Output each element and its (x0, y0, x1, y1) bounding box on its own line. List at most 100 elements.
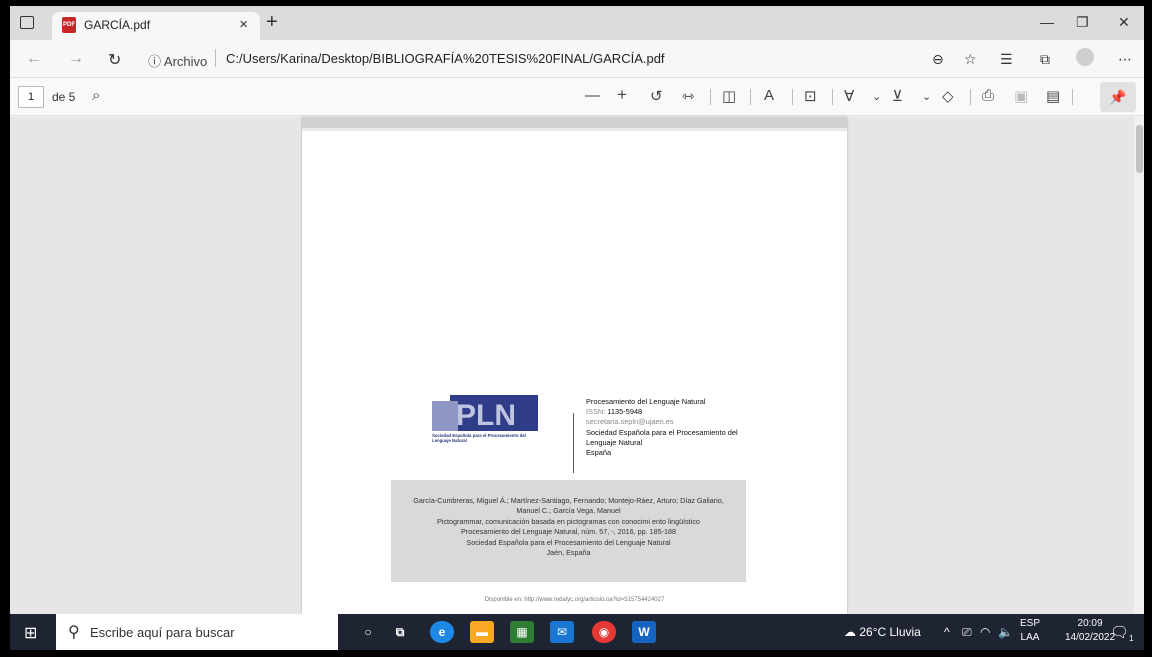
meet-now-icon[interactable]: ⎚ (962, 625, 972, 640)
print-icon[interactable]: ⎙ (982, 87, 994, 104)
tab-title: GARCÍA.pdf (84, 18, 151, 32)
clock-date: 14/02/2022 (1065, 632, 1116, 643)
network-icon[interactable]: ◠ (980, 625, 990, 639)
taskbar-search[interactable]: ⚲ Escribe aquí para buscar (56, 614, 338, 650)
toolbar-separator (710, 89, 711, 105)
pdf-toolbar: 1 de 5 ⌕ — + ↺ ⇿ ◫ A ⊡ ∀ ⌄ ⊻ ⌄ ◇ ⎙ ▣ ▤ 📌 (10, 78, 1144, 116)
refresh-button[interactable]: ↻ (108, 50, 121, 70)
forward-button[interactable]: → (68, 50, 84, 68)
save-as-icon[interactable]: ▤ (1046, 87, 1060, 105)
sepln-logo: PLN Sociedad Española para el Procesamie… (426, 393, 542, 455)
lang-top: ESP (1020, 618, 1041, 629)
close-window-button[interactable]: ✕ (1118, 14, 1130, 31)
issn-value: 1135-5948 (607, 407, 643, 417)
tab-actions-icon[interactable] (20, 16, 34, 29)
store-icon[interactable]: ▦ (510, 621, 534, 643)
page-number-input[interactable]: 1 (18, 86, 44, 108)
lang-bottom: LAA (1020, 632, 1040, 643)
journal-name: Procesamiento del Lenguaje Natural (586, 397, 706, 406)
back-button[interactable]: ← (26, 50, 42, 68)
weather-text: 26°C Lluvia (859, 625, 921, 639)
search-icon[interactable]: ⌕ (92, 87, 100, 104)
search-placeholder: Escribe aquí para buscar (90, 625, 235, 640)
page-count: de 5 (52, 90, 76, 104)
read-aloud-icon[interactable]: A (764, 87, 774, 104)
browser-window: PDF GARCÍA.pdf × + — ❐ ✕ ← → ↻ ⓘ Archivo… (10, 6, 1144, 650)
address-separator (215, 49, 216, 67)
chevron-down-icon[interactable]: ⌄ (922, 90, 931, 103)
citation-publisher: Sociedad Española para el Procesamiento … (466, 537, 671, 547)
weather-widget[interactable]: ☁ 26°C Lluvia (844, 625, 921, 639)
edge-icon[interactable]: e (430, 621, 454, 643)
zoom-out-icon[interactable]: ⊖ (932, 51, 944, 68)
eraser-icon[interactable]: ◇ (942, 87, 954, 105)
issn-line: ISSN: 1135-5948 (586, 407, 746, 417)
issn-label: ISSN: (586, 407, 606, 417)
notification-count: 1 (1129, 634, 1134, 643)
toolbar-separator (750, 89, 751, 105)
favorite-icon[interactable]: ☆ (964, 51, 977, 68)
journal-country: España (586, 448, 612, 458)
citation-box: García-Cumbreras, Miguel Á.; Martínez-Sa… (391, 480, 746, 582)
windows-start-icon[interactable]: ⊞ (24, 623, 37, 643)
toolbar-separator (792, 89, 793, 105)
scrollbar-thumb[interactable] (1136, 125, 1143, 173)
save-icon[interactable]: ▣ (1014, 87, 1028, 105)
weather-icon: ☁ (844, 625, 860, 639)
pdf-file-icon: PDF (62, 17, 76, 33)
favorites-list-icon[interactable]: ☰ (1000, 51, 1013, 68)
draw-icon[interactable]: ∀ (844, 87, 854, 105)
toolbar-separator (970, 89, 971, 105)
pdf-page: PLN Sociedad Española para el Procesamie… (302, 117, 847, 614)
menu-icon[interactable]: ⋯ (1118, 51, 1132, 68)
site-info[interactable]: ⓘ Archivo (148, 51, 207, 70)
notification-icon[interactable]: 🗨1 (1110, 623, 1134, 643)
minimize-button[interactable]: — (1040, 14, 1054, 30)
journal-email: secretaria.sepln@ujaen.es (586, 417, 674, 427)
toolbar-separator (832, 89, 833, 105)
pin-toolbar-button[interactable]: 📌 (1100, 82, 1136, 112)
availability-link[interactable]: Disponible en: http://www.redalyc.org/ar… (302, 597, 847, 603)
cortana-icon[interactable]: ○ (356, 621, 380, 643)
zoom-out-button[interactable]: — (585, 87, 600, 104)
taskbar: ⊞ ⚲ Escribe aquí para buscar ○ ⧉ e ▬ ▦ ✉… (10, 614, 1144, 650)
input-language[interactable]: ESP LAA (1020, 617, 1040, 645)
journal-info: Procesamiento del Lenguaje Natural ISSN:… (586, 397, 746, 458)
toolbar-separator (1072, 89, 1073, 105)
logo-caption: Sociedad Española para el Procesamiento … (432, 433, 526, 443)
journal-publisher: Sociedad Española para el Procesamiento … (586, 427, 738, 447)
collections-icon[interactable]: ⧉ (1040, 51, 1050, 68)
rotate-icon[interactable]: ↺ (650, 87, 663, 105)
citation-authors: García-Cumbreras, Miguel Á.; Martínez-Sa… (413, 496, 724, 516)
citation-title: Pictogrammar, comunicación basada en pic… (437, 516, 700, 526)
vertical-scrollbar[interactable] (1134, 117, 1144, 614)
task-view-icon[interactable]: ⧉ (388, 621, 412, 643)
page-top-strip (302, 117, 847, 131)
volume-icon[interactable]: 🔈 (998, 625, 1013, 639)
word-icon[interactable]: W (632, 621, 656, 643)
chrome-icon[interactable]: ◉ (592, 621, 616, 643)
url-field[interactable]: C:/Users/Karina/Desktop/BIBLIOGRAFÍA%20T… (226, 51, 665, 66)
journal-separator (573, 413, 574, 473)
text-icon[interactable]: ⊡ (804, 87, 817, 105)
clock[interactable]: 20:09 14/02/2022 (1065, 617, 1115, 645)
sepln-logo-graphic: PLN (426, 393, 542, 455)
highlight-icon[interactable]: ⊻ (892, 87, 903, 105)
profile-icon[interactable] (1076, 48, 1094, 66)
page-view-icon[interactable]: ◫ (722, 87, 736, 105)
address-bar: ← → ↻ ⓘ Archivo C:/Users/Karina/Desktop/… (10, 40, 1144, 78)
mail-icon[interactable]: ✉ (550, 621, 574, 643)
fit-width-icon[interactable]: ⇿ (682, 87, 695, 105)
tray-chevron-icon[interactable]: ^ (944, 625, 950, 639)
chevron-down-icon[interactable]: ⌄ (872, 90, 881, 103)
title-bar: PDF GARCÍA.pdf × + — ❐ ✕ (10, 6, 1144, 40)
svg-text:PLN: PLN (456, 399, 516, 432)
restore-button[interactable]: ❐ (1076, 14, 1089, 31)
tab-close-button[interactable]: × (239, 16, 248, 33)
file-explorer-icon[interactable]: ▬ (470, 621, 494, 643)
clock-time: 20:09 (1077, 618, 1103, 629)
tab-garcia-pdf[interactable]: PDF GARCÍA.pdf × (52, 12, 260, 40)
new-tab-button[interactable]: + (266, 12, 278, 32)
zoom-in-button[interactable]: + (617, 85, 627, 105)
pdf-viewer: PLN Sociedad Española para el Procesamie… (10, 117, 1134, 614)
